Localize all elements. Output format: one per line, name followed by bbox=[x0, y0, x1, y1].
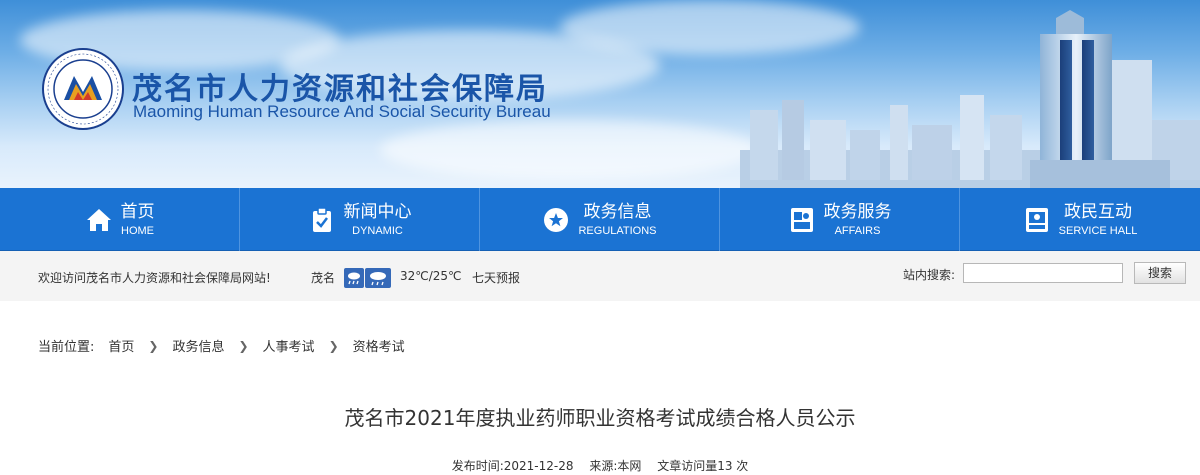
rain-weather-icon bbox=[344, 268, 364, 288]
nav-item-regulations[interactable]: 政务信息 REGULATIONS bbox=[480, 188, 720, 251]
nav-item-interaction[interactable]: 政民互动 SERVICE HALL bbox=[960, 188, 1200, 251]
city-skyline-image bbox=[740, 10, 1200, 188]
header-banner: 茂名市人力资源和社会保障局 Maoming Human Resource And… bbox=[0, 0, 1200, 188]
nav-label: 政务服务 bbox=[823, 201, 892, 222]
nav-item-home[interactable]: 首页 HOME bbox=[0, 188, 240, 251]
chevron-right-icon: ❯ bbox=[238, 338, 249, 353]
article-meta: 发布时间:2021-12-28 来源:本网 文章访问量13 次 bbox=[0, 457, 1200, 474]
chevron-right-icon: ❯ bbox=[148, 338, 159, 353]
nav-sublabel: SERVICE HALL bbox=[1058, 224, 1138, 237]
breadcrumb: 当前位置: 首页 ❯ 政务信息 ❯ 人事考试 ❯ 资格考试 bbox=[38, 336, 405, 356]
site-title-english: Maoming Human Resource And Social Securi… bbox=[133, 102, 551, 121]
nav-sublabel: AFFAIRS bbox=[834, 224, 881, 237]
breadcrumb-label: 当前位置: bbox=[38, 340, 95, 355]
nav-label: 政民互动 bbox=[1063, 201, 1132, 222]
breadcrumb-regulations[interactable]: 政务信息 bbox=[172, 336, 224, 355]
nav-item-affairs[interactable]: 政务服务 AFFAIRS bbox=[720, 188, 960, 251]
seven-day-forecast-link[interactable]: 七天预报 bbox=[472, 269, 520, 286]
search-label: 站内搜索: bbox=[903, 268, 956, 282]
article-source: 来源:本网 bbox=[589, 459, 642, 473]
search-input[interactable] bbox=[963, 263, 1123, 283]
nav-item-news[interactable]: 新闻中心 DYNAMIC bbox=[240, 188, 480, 251]
nav-label: 政务信息 bbox=[583, 201, 652, 222]
welcome-text: 欢迎访问茂名市人力资源和社会保障局网站! bbox=[38, 271, 271, 285]
article-title: 茂名市2021年度执业药师职业资格考试成绩合格人员公示 bbox=[344, 406, 856, 430]
breadcrumb-personnel-exam[interactable]: 人事考试 bbox=[263, 336, 315, 355]
chevron-right-icon: ❯ bbox=[328, 338, 339, 353]
star-icon bbox=[542, 206, 570, 234]
nav-sublabel: DYNAMIC bbox=[352, 224, 403, 237]
breadcrumb-home[interactable]: 首页 bbox=[108, 336, 134, 355]
service-window-icon bbox=[788, 206, 816, 234]
temperature-text: 32℃/25℃ bbox=[400, 269, 462, 283]
weather-city: 茂名 bbox=[311, 271, 336, 285]
bureau-logo bbox=[42, 48, 124, 130]
clipboard-check-icon bbox=[308, 206, 336, 234]
interaction-window-icon bbox=[1023, 206, 1051, 234]
home-icon bbox=[85, 206, 113, 234]
nav-sublabel: REGULATIONS bbox=[578, 224, 657, 237]
nav-label: 首页 bbox=[120, 201, 155, 222]
visit-count: 文章访问量13 次 bbox=[657, 459, 749, 473]
nav-sublabel: HOME bbox=[121, 224, 154, 237]
cloud bbox=[380, 120, 760, 180]
nav-label: 新闻中心 bbox=[343, 201, 412, 222]
publish-time: 发布时间:2021-12-28 bbox=[451, 459, 574, 473]
main-nav: 首页 HOME 新闻中心 DYNAMIC 政务信息 REGULATIONS 政务… bbox=[0, 188, 1200, 251]
thunderstorm-weather-icon bbox=[365, 268, 391, 288]
search-button[interactable]: 搜索 bbox=[1134, 262, 1186, 284]
breadcrumb-qualification-exam[interactable]: 资格考试 bbox=[353, 336, 405, 355]
info-bar: 欢迎访问茂名市人力资源和社会保障局网站! 茂名 32℃/25℃ 七天预报 站内搜… bbox=[0, 251, 1200, 301]
